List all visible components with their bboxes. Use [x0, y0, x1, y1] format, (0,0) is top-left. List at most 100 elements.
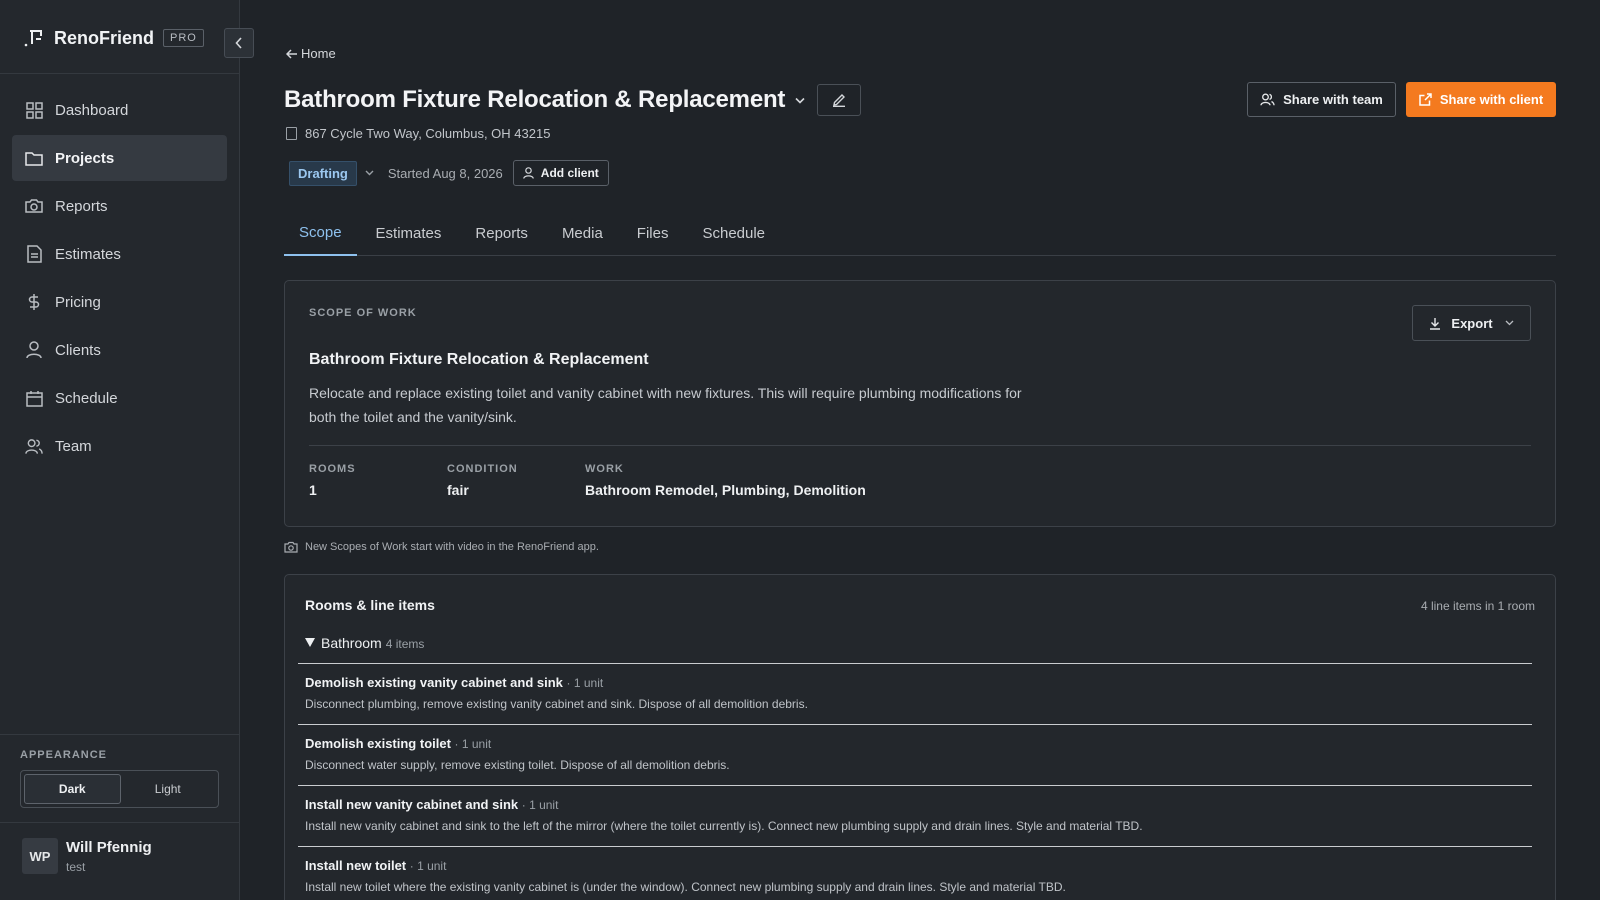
user-icon [25, 341, 43, 359]
camera-icon [25, 197, 43, 215]
stat-label: ROOMS [309, 463, 356, 475]
calendar-icon [25, 389, 43, 407]
line-item-name: Demolish existing vanity cabinet and sin… [305, 675, 563, 690]
sidebar-item-label: Estimates [55, 245, 121, 263]
address-text: 867 Cycle Two Way, Columbus, OH 43215 [305, 126, 551, 141]
chevron-left-icon [235, 37, 242, 49]
folder-icon [25, 149, 43, 167]
scope-divider [309, 445, 1531, 446]
sidebar-item-projects[interactable]: Projects [12, 135, 227, 181]
share-with-team-button[interactable]: Share with team [1247, 82, 1396, 117]
line-item-title: Demolish existing toilet · 1 unit [305, 736, 1532, 751]
sidebar-item-dashboard[interactable]: Dashboard [12, 87, 227, 133]
pencil-icon [833, 94, 846, 107]
tab-files[interactable]: Files [622, 210, 684, 256]
line-item-unit: · 1 unit [454, 737, 492, 751]
user-icon [522, 167, 534, 179]
caret-down-icon [305, 638, 315, 647]
sidebar-item-pricing[interactable]: Pricing [12, 279, 227, 325]
stat-value: 1 [309, 482, 317, 498]
rooms-line-items-card: Rooms & line items 4 line items in 1 roo… [284, 574, 1556, 900]
users-icon [25, 437, 43, 455]
project-tabs: Scope Estimates Reports Media Files Sche… [284, 210, 1556, 256]
sidebar-divider [0, 734, 240, 735]
user-name: Will Pfennig [66, 838, 152, 856]
room-name: Bathroom [321, 635, 382, 651]
list-item[interactable]: Install new vanity cabinet and sink · 1 … [298, 785, 1532, 833]
sidebar-divider [0, 822, 240, 823]
download-icon [1430, 317, 1441, 330]
tab-media[interactable]: Media [547, 210, 618, 256]
list-item[interactable]: Install new toilet · 1 unit Install new … [298, 846, 1532, 894]
share-with-client-button[interactable]: Share with client [1406, 82, 1556, 117]
line-item-title: Install new vanity cabinet and sink · 1 … [305, 797, 1532, 812]
sidebar-nav: Dashboard Projects Reports Estimates Pri… [12, 87, 227, 471]
back-home-link[interactable]: Home [286, 46, 336, 61]
list-item[interactable]: Demolish existing toilet · 1 unit Discon… [298, 724, 1532, 772]
arrow-left-icon [286, 48, 297, 59]
tab-reports[interactable]: Reports [460, 210, 543, 256]
main-content: Home Bathroom Fixture Relocation & Repla… [284, 0, 1556, 900]
dashboard-icon [25, 101, 43, 119]
theme-light-option[interactable]: Light [121, 774, 216, 804]
line-item-name: Install new vanity cabinet and sink [305, 797, 519, 812]
building-icon [286, 127, 297, 140]
list-item[interactable]: Demolish existing vanity cabinet and sin… [298, 663, 1532, 711]
theme-dark-option[interactable]: Dark [24, 774, 121, 804]
line-item-unit: · 1 unit [521, 798, 559, 812]
tab-schedule[interactable]: Schedule [687, 210, 780, 256]
document-icon [25, 245, 43, 263]
sidebar-item-reports[interactable]: Reports [12, 183, 227, 229]
project-meta: Drafting Started Aug 8, 2026 Add client [289, 160, 609, 186]
line-item-title: Demolish existing vanity cabinet and sin… [305, 675, 1532, 690]
chevron-down-icon [1505, 320, 1514, 326]
external-link-icon [1419, 93, 1432, 106]
scope-title: Bathroom Fixture Relocation & Replacemen… [309, 351, 649, 368]
room-item-count: 4 items [385, 637, 425, 651]
status-badge[interactable]: Drafting [289, 160, 357, 186]
rooms-title: Rooms & line items [305, 597, 435, 613]
sidebar-item-label: Reports [55, 197, 108, 215]
brand[interactable]: RenoFriend PRO [22, 25, 204, 51]
add-client-button[interactable]: Add client [512, 160, 609, 186]
sidebar-item-label: Dashboard [55, 101, 129, 119]
notice-text: New Scopes of Work start with video in t… [305, 541, 599, 553]
share-client-label: Share with client [1439, 92, 1544, 107]
sidebar-item-label: Pricing [55, 293, 101, 311]
scope-description: Relocate and replace existing toilet and… [309, 385, 1022, 425]
chevron-down-icon [795, 97, 805, 104]
tab-scope[interactable]: Scope [284, 210, 357, 256]
stat-label: CONDITION [447, 463, 518, 475]
sidebar-item-label: Schedule [55, 389, 118, 407]
status-dropdown[interactable] [365, 170, 374, 176]
stat-rooms: ROOMS 1 [309, 463, 356, 498]
line-item-name: Install new toilet [305, 858, 407, 873]
sidebar-item-schedule[interactable]: Schedule [12, 375, 227, 421]
project-menu-chevron[interactable] [795, 97, 805, 104]
export-button[interactable]: Export [1412, 305, 1531, 341]
stat-value: fair [447, 482, 469, 498]
back-label: Home [301, 46, 336, 61]
edit-title-button[interactable] [817, 84, 862, 116]
sidebar-item-clients[interactable]: Clients [12, 327, 227, 373]
page-title: Bathroom Fixture Relocation & Replacemen… [284, 86, 786, 113]
line-item-name: Demolish existing toilet [305, 736, 451, 751]
sidebar-divider [0, 73, 240, 74]
chevron-down-icon [365, 170, 374, 176]
scope-label: SCOPE OF WORK [309, 307, 417, 319]
line-item-title: Install new toilet · 1 unit [305, 858, 1532, 873]
appearance-toggle: Dark Light [20, 770, 219, 808]
line-item-description: Disconnect plumbing, remove existing van… [305, 697, 808, 711]
collapse-sidebar-button[interactable] [224, 28, 254, 58]
line-item-unit: · 1 unit [409, 859, 447, 873]
user-profile[interactable]: WP Will Pfennig test [22, 838, 152, 874]
room-toggle-bathroom[interactable]: Bathroom 4 items [305, 635, 424, 651]
tab-estimates[interactable]: Estimates [361, 210, 457, 256]
stat-value: Bathroom Remodel, Plumbing, Demolition [585, 482, 866, 498]
user-subtitle: test [66, 859, 86, 874]
sidebar-item-estimates[interactable]: Estimates [12, 231, 227, 277]
sidebar-item-label: Team [55, 437, 92, 455]
line-item-description: Disconnect water supply, remove existing… [305, 758, 730, 772]
scope-of-work-card: SCOPE OF WORK Export Bathroom Fixture Re… [284, 280, 1556, 527]
sidebar-item-team[interactable]: Team [12, 423, 227, 469]
